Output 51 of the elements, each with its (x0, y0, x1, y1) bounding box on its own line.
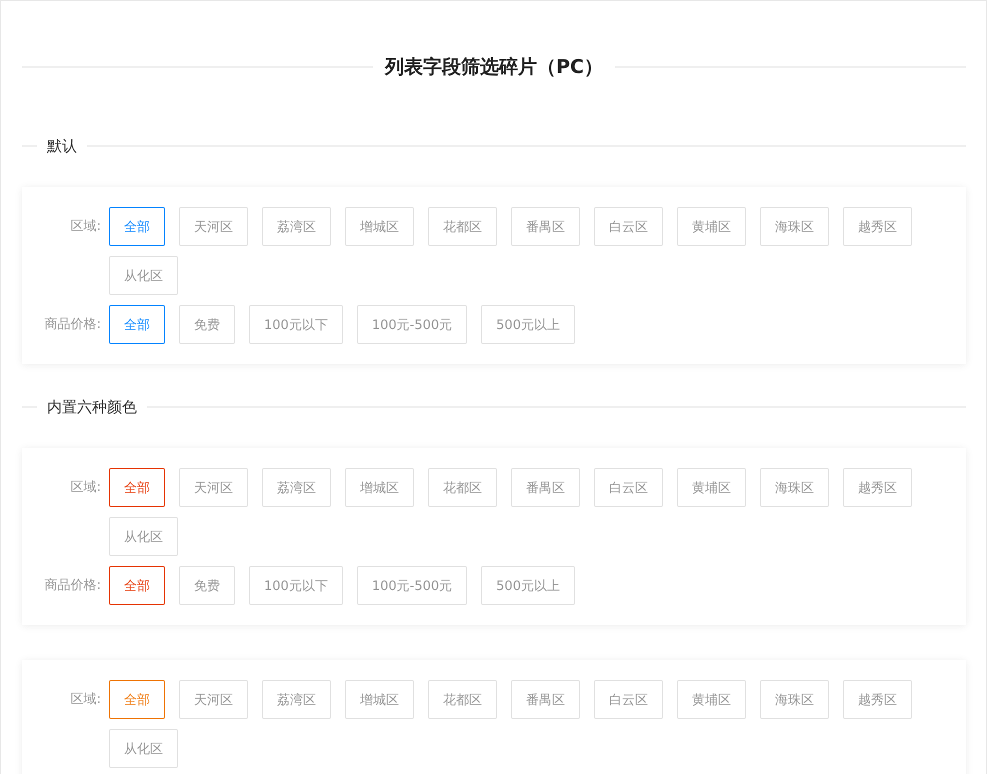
section-heading: 内置六种颜色 (47, 398, 137, 416)
filter-option[interactable]: 全部 (109, 566, 165, 605)
filter-option[interactable]: 黄埔区 (677, 680, 746, 719)
filter-option[interactable]: 番禺区 (511, 468, 580, 507)
filter-option[interactable]: 黄埔区 (677, 468, 746, 507)
filter-option[interactable]: 500元以上 (481, 305, 575, 344)
filter-option[interactable]: 500元以上 (481, 566, 575, 605)
filter-option[interactable]: 天河区 (179, 680, 248, 719)
filter-option[interactable]: 白云区 (594, 468, 663, 507)
filter-label: 商品价格: (44, 316, 101, 334)
filter-option[interactable]: 天河区 (179, 468, 248, 507)
filter-option[interactable]: 从化区 (109, 729, 178, 768)
filter-option[interactable]: 海珠区 (760, 680, 829, 719)
filter-option[interactable]: 100元以下 (249, 305, 343, 344)
section-heading: 默认 (47, 136, 77, 156)
filter-option[interactable]: 100元-500元 (356, 305, 468, 344)
filter-option[interactable]: 全部 (109, 468, 165, 507)
filter-label: 商品价格: (44, 577, 101, 595)
filter-label: 区域: (70, 691, 101, 709)
filter-option[interactable]: 花都区 (428, 468, 497, 507)
filter-option[interactable]: 全部 (109, 680, 165, 719)
filter-option[interactable]: 越秀区 (843, 207, 912, 246)
filter-option[interactable]: 花都区 (428, 680, 497, 719)
filter-option[interactable]: 番禺区 (511, 207, 580, 246)
filter-option[interactable]: 白云区 (594, 207, 663, 246)
filter-option[interactable]: 从化区 (109, 256, 178, 295)
filter-option[interactable]: 增城区 (345, 207, 414, 246)
filter-option[interactable]: 增城区 (345, 680, 414, 719)
filter-option[interactable]: 黄埔区 (677, 207, 746, 246)
filter-option[interactable]: 全部 (109, 207, 165, 246)
filter-option[interactable]: 从化区 (109, 517, 178, 556)
filter-option[interactable]: 越秀区 (843, 468, 912, 507)
filter-option[interactable]: 海珠区 (760, 468, 829, 507)
filter-option[interactable]: 番禺区 (511, 680, 580, 719)
filter-option[interactable]: 全部 (109, 305, 165, 344)
filter-label: 区域: (70, 479, 101, 497)
filter-option[interactable]: 天河区 (179, 207, 248, 246)
filter-option[interactable]: 增城区 (345, 468, 414, 507)
filter-option[interactable]: 荔湾区 (262, 680, 331, 719)
filter-label: 区域: (70, 218, 101, 236)
filter-option[interactable]: 花都区 (428, 207, 497, 246)
filter-option[interactable]: 荔湾区 (262, 468, 331, 507)
filter-option[interactable]: 海珠区 (760, 207, 829, 246)
filter-option[interactable]: 荔湾区 (262, 207, 331, 246)
filter-option[interactable]: 免费 (179, 305, 235, 344)
filter-option[interactable]: 白云区 (594, 680, 663, 719)
filter-option[interactable]: 越秀区 (843, 680, 912, 719)
filter-option[interactable]: 100元-500元 (356, 566, 468, 605)
filter-option[interactable]: 100元以下 (249, 566, 343, 605)
page-title: 列表字段筛选碎片（PC） (385, 55, 603, 79)
filter-option[interactable]: 免费 (179, 566, 235, 605)
